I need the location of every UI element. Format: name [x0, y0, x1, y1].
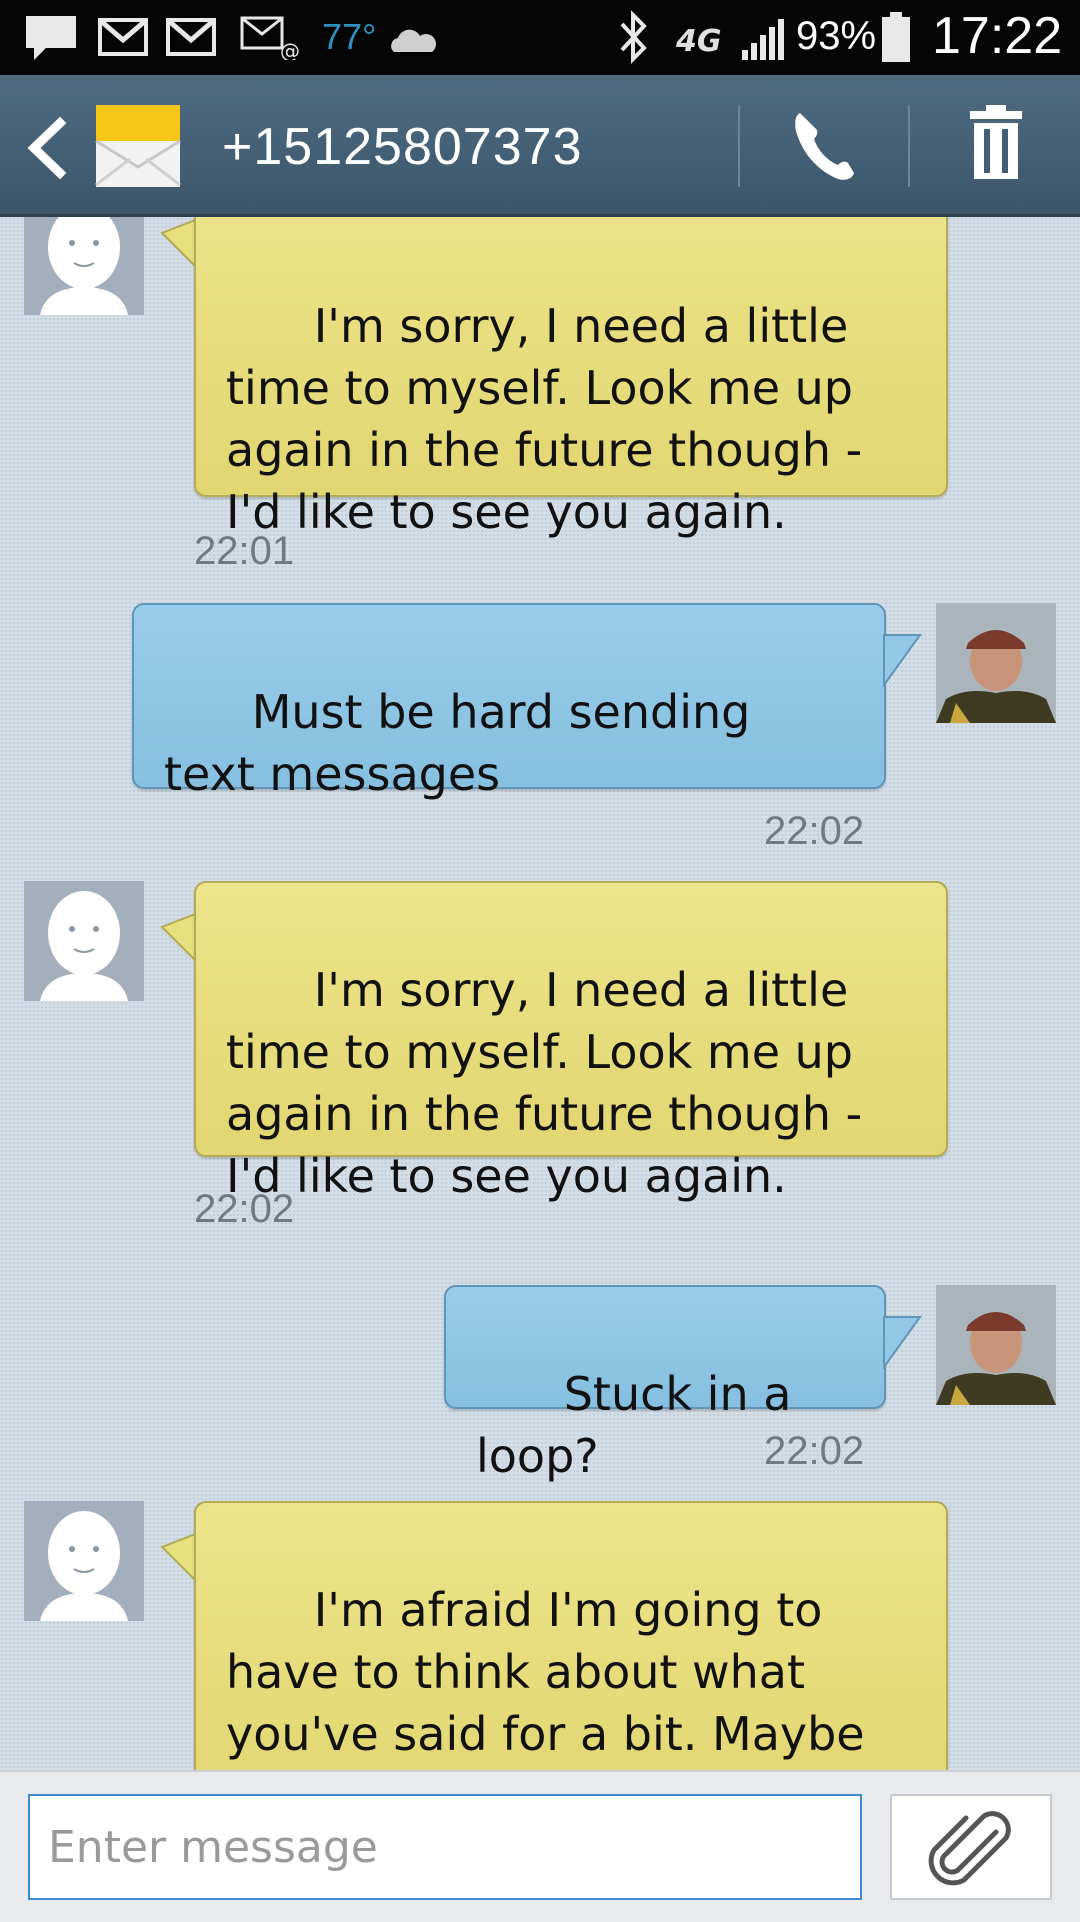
clock: 17:22	[932, 7, 1063, 65]
contact-avatar[interactable]	[94, 101, 182, 189]
message-list[interactable]: I'm sorry, I need a little time to mysel…	[0, 217, 1080, 1770]
battery-percent: 93%	[796, 14, 877, 58]
person-photo-icon	[936, 1285, 1056, 1405]
default-person-icon	[40, 217, 128, 315]
paperclip-icon	[928, 1811, 1011, 1886]
chevron-left-icon	[27, 116, 67, 180]
conversation-header: +15125807373	[0, 75, 1080, 217]
contact-avatar[interactable]	[24, 1501, 144, 1621]
phone-icon	[795, 113, 854, 180]
message-bubble[interactable]: Stuck in a loop?	[444, 1285, 886, 1483]
my-avatar[interactable]	[936, 603, 1056, 723]
back-button[interactable]	[22, 113, 72, 183]
message-time: 22:01	[194, 529, 295, 573]
message-text: I'm afraid I'm going to have to think ab…	[226, 1583, 865, 1770]
delete-button[interactable]	[912, 95, 1080, 197]
bubble-tail	[883, 1316, 922, 1369]
message-time: 22:02	[764, 1429, 865, 1473]
message-time: 22:02	[194, 1187, 295, 1231]
bluetooth-icon	[620, 10, 647, 64]
call-button[interactable]	[742, 95, 910, 197]
message-bubble[interactable]: I'm sorry, I need a little time to mysel…	[194, 217, 948, 539]
weather-cloud-icon	[391, 29, 436, 52]
message-text: I'm sorry, I need a little time to mysel…	[226, 299, 877, 539]
gmail-icon	[98, 18, 148, 56]
message-text: Must be hard sending text messages	[164, 685, 765, 801]
divider	[908, 105, 910, 187]
signal-icon	[742, 19, 784, 60]
bubble-tail	[883, 634, 922, 687]
battery-icon	[882, 12, 910, 62]
message-bubble[interactable]: Must be hard sending text messages	[132, 603, 886, 801]
my-avatar[interactable]	[936, 1285, 1056, 1405]
trash-icon	[970, 105, 1022, 179]
message-bubble[interactable]: I'm sorry, I need a little time to mysel…	[194, 881, 948, 1203]
composer-bar	[0, 1770, 1080, 1922]
contact-number: +15125807373	[222, 118, 583, 176]
email-icon: @	[240, 16, 300, 60]
message-time: 22:02	[764, 809, 865, 853]
message-bubble[interactable]: I'm afraid I'm going to have to think ab…	[194, 1501, 948, 1770]
gmail-icon	[166, 18, 216, 56]
person-photo-icon	[936, 603, 1056, 723]
network-type: 4G	[676, 24, 722, 59]
attach-button[interactable]	[890, 1794, 1052, 1900]
contact-avatar[interactable]	[24, 881, 144, 1001]
envelope-icon	[95, 105, 181, 187]
svg-text:@: @	[280, 39, 300, 60]
message-notification-icon	[26, 16, 76, 60]
weather-temperature: 77°	[322, 16, 377, 57]
message-text: I'm sorry, I need a little time to mysel…	[226, 963, 877, 1203]
divider	[738, 105, 740, 187]
contact-avatar[interactable]	[24, 217, 144, 315]
default-person-icon	[40, 891, 128, 1001]
default-person-icon	[40, 1511, 128, 1621]
message-input[interactable]	[28, 1794, 862, 1900]
status-bar: @ 77° 4G 93% 17:22	[0, 0, 1080, 75]
message-text: Stuck in a loop?	[476, 1367, 807, 1483]
